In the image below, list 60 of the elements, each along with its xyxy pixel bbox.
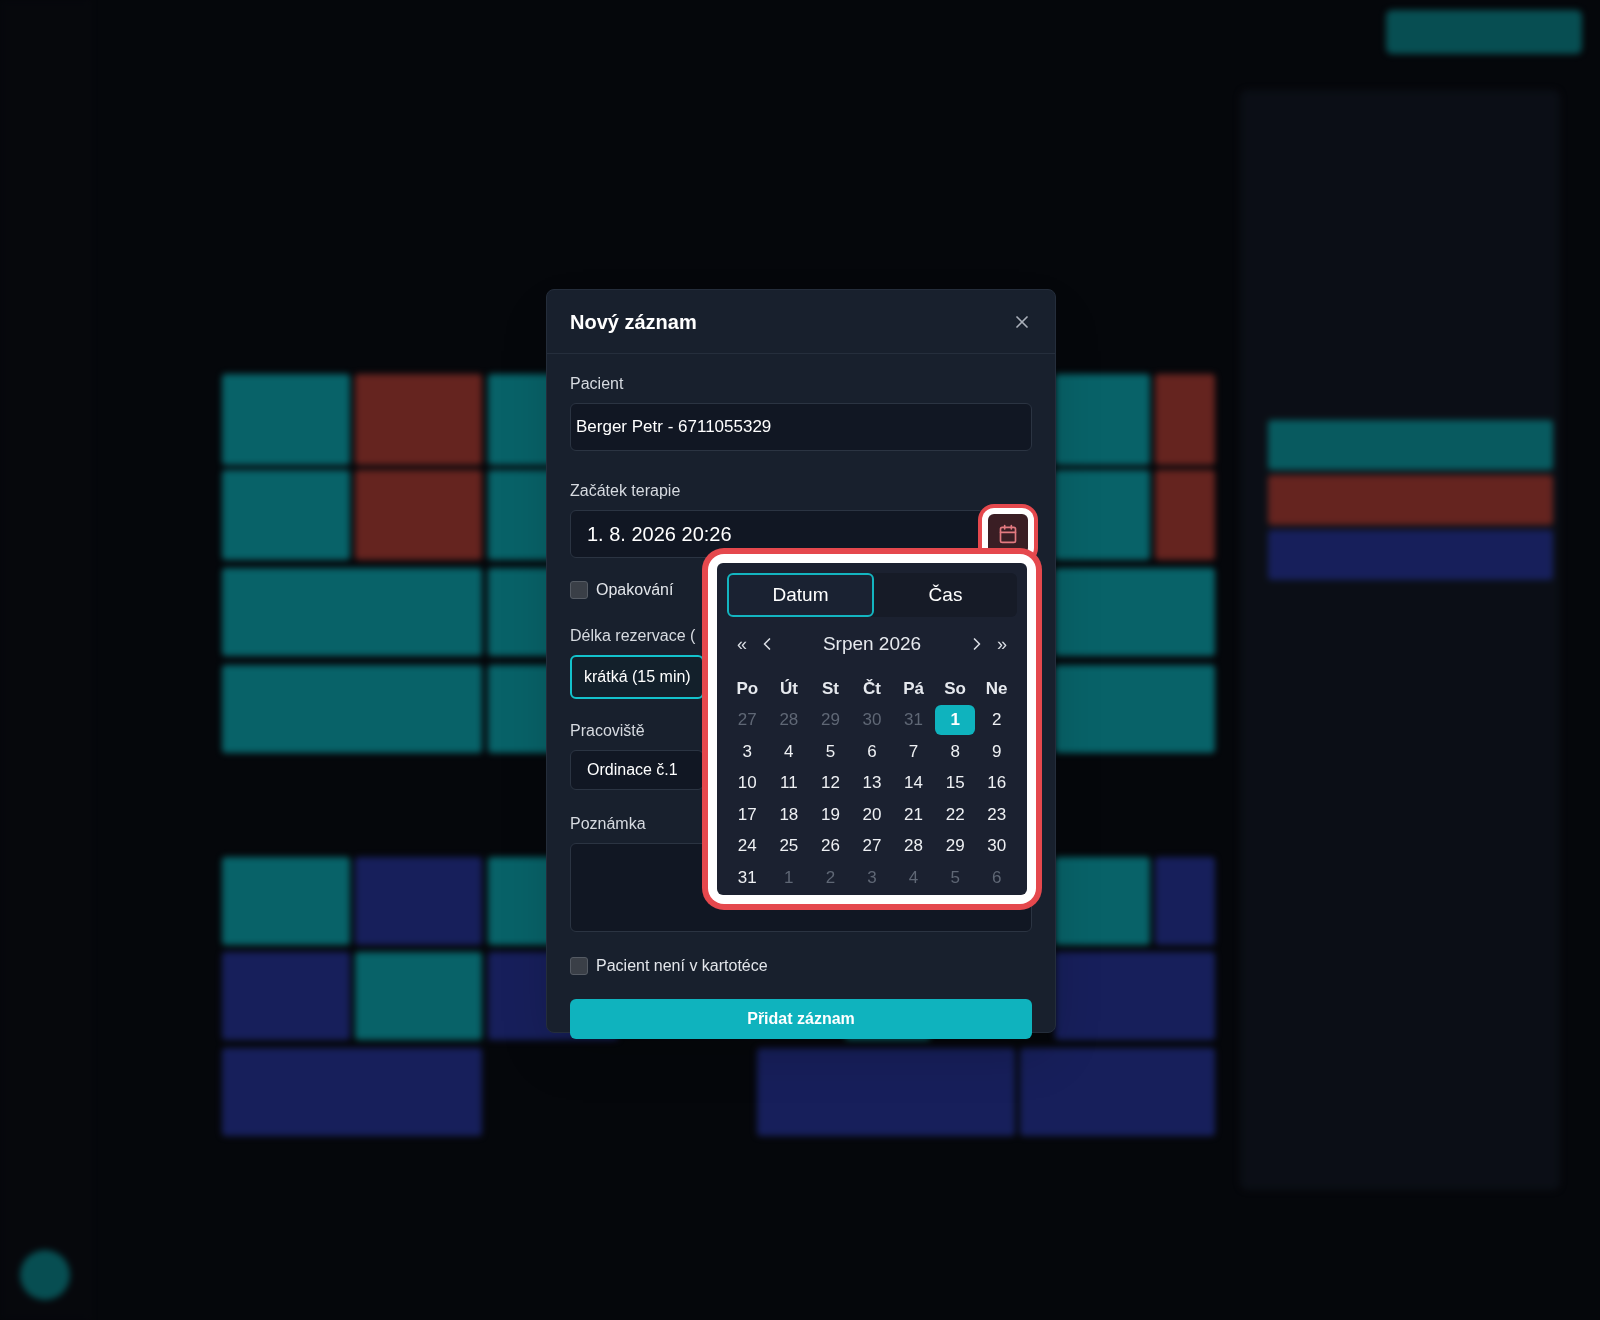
field-label: Začátek terapie bbox=[570, 481, 681, 501]
day-cell[interactable]: 7 bbox=[893, 736, 934, 767]
day-cell[interactable]: 15 bbox=[934, 768, 976, 798]
field-label: Pacient bbox=[570, 374, 624, 394]
tab[interactable]: Datum bbox=[727, 573, 874, 617]
day-cell[interactable]: 3 bbox=[727, 736, 768, 767]
day-cell[interactable]: 16 bbox=[976, 768, 1017, 798]
day-cell[interactable]: 10 bbox=[727, 768, 768, 798]
weekday-label: Ne bbox=[984, 678, 1009, 701]
day-cell[interactable]: 14 bbox=[893, 768, 934, 798]
checkbox[interactable] bbox=[570, 957, 588, 975]
workplace-filter[interactable] bbox=[1268, 420, 1553, 470]
day-cell[interactable]: 31 bbox=[727, 862, 768, 893]
field-label: Pracoviště bbox=[570, 721, 645, 741]
calendar-icon bbox=[998, 524, 1018, 544]
next-year-button[interactable]: » bbox=[991, 630, 1013, 658]
day-cell[interactable]: 13 bbox=[851, 768, 893, 798]
day-cell[interactable]: 27 bbox=[851, 831, 893, 861]
day-cell[interactable]: 30 bbox=[976, 831, 1017, 861]
day-cell[interactable]: 23 bbox=[976, 799, 1017, 830]
month-title: Srpen 2026 bbox=[821, 631, 923, 656]
day-cell[interactable]: 11 bbox=[768, 768, 810, 798]
tab[interactable]: Čas bbox=[874, 573, 1017, 617]
weekday-label: Út bbox=[778, 678, 799, 701]
day-cell[interactable]: 12 bbox=[810, 768, 851, 798]
day-cell[interactable]: 6 bbox=[851, 736, 893, 767]
patient-field[interactable]: Berger Petr - 6711055329 bbox=[570, 403, 1032, 451]
weekday-label: Po bbox=[735, 678, 760, 701]
day-cell[interactable]: 17 bbox=[727, 799, 768, 830]
day-cell[interactable]: 20 bbox=[851, 799, 893, 830]
workplace-filter[interactable] bbox=[1268, 530, 1553, 580]
day-cell[interactable]: 26 bbox=[810, 831, 851, 861]
day-cell[interactable]: 4 bbox=[768, 736, 810, 767]
day-cell[interactable]: 22 bbox=[934, 799, 976, 830]
day-cell[interactable]: 25 bbox=[768, 831, 810, 861]
workplace-filter[interactable] bbox=[1268, 475, 1553, 525]
day-cell[interactable]: 8 bbox=[934, 736, 976, 767]
field-label: Délka rezervace ( bbox=[570, 626, 696, 646]
field-label: Poznámka bbox=[570, 814, 646, 834]
checkbox-label: Opakování bbox=[596, 580, 674, 600]
day-cell[interactable]: 24 bbox=[727, 831, 768, 861]
day-cell[interactable]: 28 bbox=[893, 831, 934, 861]
checkbox[interactable] bbox=[570, 581, 588, 599]
day-cell[interactable]: 2 bbox=[976, 705, 1017, 735]
day-cell[interactable]: 9 bbox=[976, 736, 1017, 767]
weekday-label: Pá bbox=[902, 678, 925, 701]
day-cell[interactable]: 18 bbox=[768, 799, 810, 830]
checkbox-label: Pacient není v kartotéce bbox=[596, 956, 768, 976]
weekday-label: So bbox=[943, 678, 967, 701]
workplace-select[interactable]: Ordinace č.1 bbox=[570, 750, 704, 790]
day-cell[interactable]: 21 bbox=[893, 799, 934, 830]
previous-year-button[interactable]: « bbox=[731, 630, 753, 658]
weekday-label: St bbox=[820, 678, 840, 701]
weekday-label: Čt bbox=[862, 678, 882, 701]
new-record-button[interactable] bbox=[1386, 10, 1582, 54]
dialog-title: Nový záznam bbox=[570, 309, 697, 335]
day-cell[interactable]: 29 bbox=[934, 831, 976, 861]
day-cell[interactable]: 19 bbox=[810, 799, 851, 830]
duration-select[interactable]: krátká (15 min) bbox=[570, 655, 704, 699]
day-cell[interactable]: 5 bbox=[810, 736, 851, 767]
